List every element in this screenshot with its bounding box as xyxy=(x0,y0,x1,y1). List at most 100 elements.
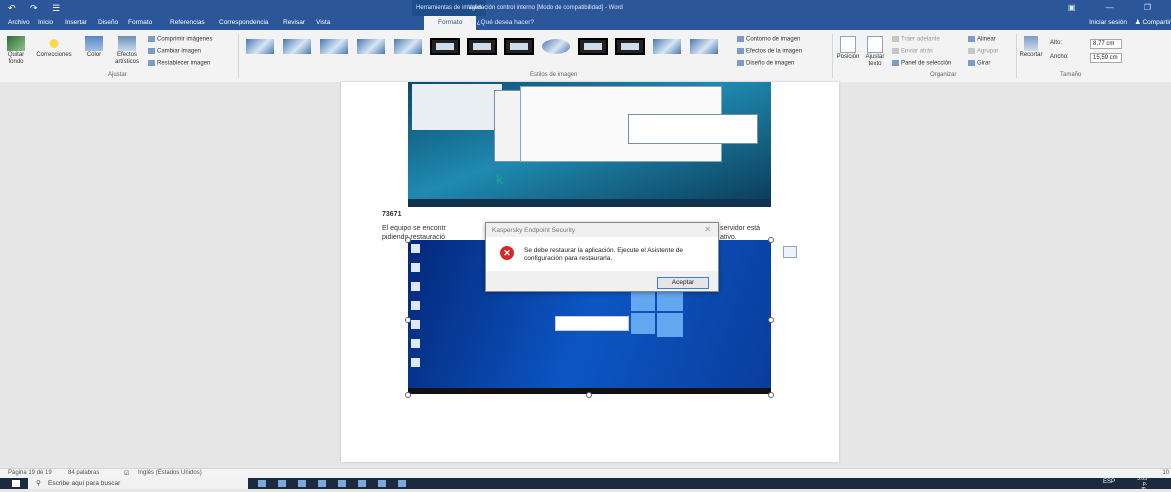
dialog-body: ✕ Se debe restaurar la aplicación. Ejecu… xyxy=(486,237,718,271)
color-button[interactable]: Color xyxy=(82,36,106,59)
tab-correspondencia[interactable]: Correspondencia xyxy=(219,16,269,30)
group-icon xyxy=(968,48,975,54)
close-icon[interactable]: ✕ xyxy=(704,225,711,234)
tab-referencias[interactable]: Referencias xyxy=(170,16,205,30)
resize-handle-top-right[interactable] xyxy=(768,237,774,243)
picture-style-2[interactable] xyxy=(280,35,314,59)
tab-diseno[interactable]: Diseño xyxy=(98,16,118,30)
tab-formato-texto[interactable]: Formato xyxy=(128,16,152,30)
tab-archivo[interactable]: Archivo xyxy=(8,16,30,30)
alto-input[interactable]: 8,77 cm xyxy=(1090,39,1122,49)
ajustar-texto-label: Ajustar texto xyxy=(865,54,885,67)
resize-handle-bottom[interactable] xyxy=(586,392,592,398)
layout-options-button[interactable] xyxy=(783,246,797,258)
cortana-icon[interactable] xyxy=(258,480,266,487)
picture-style-13[interactable] xyxy=(687,35,721,59)
taskbar-search-box[interactable]: ⚲ Escribe aquí para buscar xyxy=(28,478,248,489)
window-controls[interactable]: ▣ — ❐ xyxy=(1068,0,1165,16)
mail-icon[interactable] xyxy=(358,480,366,487)
quick-access-toolbar[interactable]: ↶ ↷ ☰ xyxy=(8,3,66,14)
comprimir-label: Comprimir imágenes xyxy=(157,36,213,43)
edge-icon[interactable] xyxy=(298,480,306,487)
wrap-text-icon xyxy=(867,36,883,53)
tab-insertar[interactable]: Insertar xyxy=(65,16,87,30)
dialog-title: Kaspersky Endpoint Security xyxy=(492,227,576,234)
picture-layout-icon xyxy=(737,60,744,66)
alto-label: Alto: xyxy=(1050,40,1063,46)
app-icon[interactable] xyxy=(398,480,406,487)
efectos-artisticos-button[interactable]: Efectos artísticos xyxy=(110,36,144,66)
comprimir-imagenes-button[interactable]: Comprimir imágenes xyxy=(148,36,212,43)
language-indicator[interactable]: Inglés (Estados Unidos) xyxy=(138,470,202,476)
store-icon[interactable] xyxy=(338,480,346,487)
restablecer-imagen-button[interactable]: Restablecer imagen xyxy=(148,60,210,67)
task-view-icon[interactable] xyxy=(278,480,286,487)
selection-pane-icon xyxy=(892,60,899,66)
efectos-imagen-button[interactable]: Efectos de la imagen xyxy=(737,48,802,55)
enviar-atras-button[interactable]: Enviar atrás xyxy=(892,48,933,55)
ajustar-texto-button[interactable]: Ajustar texto xyxy=(864,36,886,68)
picture-style-11[interactable] xyxy=(613,35,647,59)
recortar-button[interactable]: Recortar xyxy=(1018,36,1044,59)
cambiar-imagen-button[interactable]: Cambiar imagen xyxy=(148,48,201,55)
picture-style-6[interactable] xyxy=(428,35,462,59)
panel-seleccion-button[interactable]: Panel de selección xyxy=(892,60,951,67)
word-icon[interactable] xyxy=(378,480,386,487)
screenshot-image-top[interactable]: k xyxy=(408,82,771,207)
page-count[interactable]: Página 19 de 19 xyxy=(8,470,52,476)
picture-style-8[interactable] xyxy=(502,35,536,59)
group-separator xyxy=(238,34,239,78)
file-explorer-icon[interactable] xyxy=(318,480,326,487)
tab-formato-imagen[interactable]: Formato xyxy=(424,16,477,30)
picture-style-3[interactable] xyxy=(317,35,351,59)
zoom-level[interactable]: 10 xyxy=(1162,470,1169,476)
share-button[interactable]: ♟ Compartir xyxy=(1135,16,1171,30)
picture-styles-gallery xyxy=(243,35,723,61)
efectos-imagen-label: Efectos de la imagen xyxy=(746,48,803,55)
picture-style-5[interactable] xyxy=(391,35,425,59)
popup-window-thumbnail xyxy=(628,114,758,144)
clock[interactable]: 3:05 p. m. xyxy=(1137,477,1147,492)
tab-revisar[interactable]: Revisar xyxy=(283,16,305,30)
tab-vista[interactable]: Vista xyxy=(316,16,330,30)
aceptar-button[interactable]: Aceptar xyxy=(657,277,709,289)
group-label-tamano: Tamaño xyxy=(1060,72,1082,78)
window-title: Validación control interno [Modo de comp… xyxy=(468,5,623,11)
group-label-estilos: Estilos de imagen xyxy=(530,72,578,78)
resize-handle-right[interactable] xyxy=(768,317,774,323)
tab-inicio[interactable]: Inicio xyxy=(38,16,53,30)
resize-handle-bottom-left[interactable] xyxy=(405,392,411,398)
traer-adelante-button[interactable]: Traer adelante xyxy=(892,36,940,43)
picture-effects-icon xyxy=(737,48,744,54)
quitar-fondo-button[interactable]: Quitar fondo xyxy=(4,36,28,66)
style-preview xyxy=(467,38,497,55)
picture-style-10[interactable] xyxy=(576,35,610,59)
resize-handle-left[interactable] xyxy=(405,317,411,323)
contorno-imagen-button[interactable]: Contorno de imagen xyxy=(737,36,800,43)
diseno-imagen-button[interactable]: Diseño de imagen xyxy=(737,60,794,67)
resize-handle-bottom-right[interactable] xyxy=(768,392,774,398)
picture-style-7[interactable] xyxy=(465,35,499,59)
word-count[interactable]: 84 palabras xyxy=(68,470,99,476)
windows-start-icon[interactable] xyxy=(12,480,20,487)
correcciones-button[interactable]: Correcciones xyxy=(32,36,76,59)
paragraph-right-line-1: servidor está xyxy=(720,225,761,232)
input-language[interactable]: ESP xyxy=(1103,479,1115,485)
picture-style-12[interactable] xyxy=(650,35,684,59)
picture-style-4[interactable] xyxy=(354,35,388,59)
alinear-button[interactable]: Alinear xyxy=(968,36,996,43)
rotate-icon xyxy=(968,60,975,66)
agrupar-button[interactable]: Agrupar xyxy=(968,48,998,55)
posicion-button[interactable]: Posición xyxy=(832,36,864,61)
agrupar-label: Agrupar xyxy=(977,48,999,55)
ancho-input[interactable]: 15,59 cm xyxy=(1090,53,1122,63)
compress-icon xyxy=(148,36,155,42)
tell-me-search[interactable]: ⚲ ¿Qué desea hacer? xyxy=(470,16,534,30)
ancho-label: Ancho: xyxy=(1050,54,1069,60)
picture-style-1[interactable] xyxy=(243,35,277,59)
girar-button[interactable]: Girar xyxy=(968,60,990,67)
proofing-icon[interactable]: ☑ xyxy=(124,470,129,477)
sign-in-link[interactable]: Iniciar sesión xyxy=(1089,16,1127,30)
resize-handle-top-left[interactable] xyxy=(405,237,411,243)
picture-style-9[interactable] xyxy=(539,35,573,59)
